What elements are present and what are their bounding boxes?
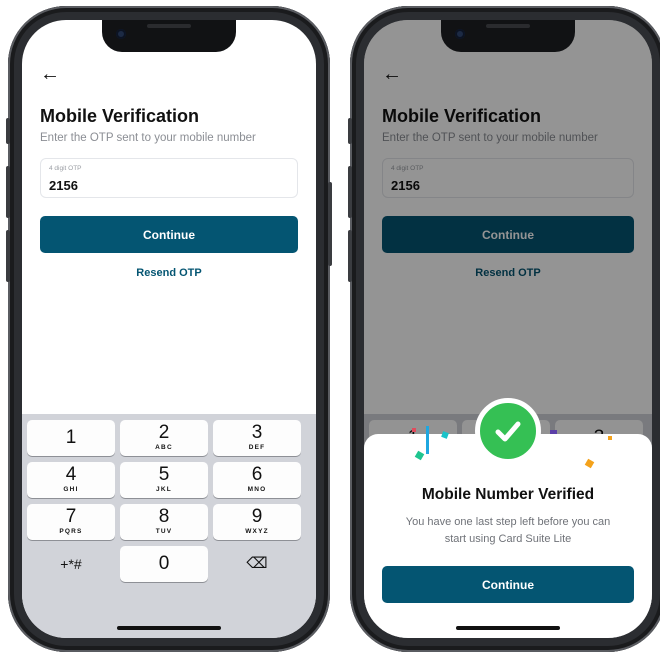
notch [441, 20, 575, 52]
screen: ← Mobile Verification Enter the OTP sent… [22, 20, 316, 638]
page-title: Mobile Verification [40, 106, 200, 126]
key-2[interactable]: 2 ABC [120, 420, 208, 456]
volume-up-button [6, 166, 10, 218]
key-7[interactable]: 7 PQRS [27, 504, 115, 540]
key-9[interactable]: 9 WXYZ [213, 504, 301, 540]
check-circle-icon [475, 398, 541, 464]
confetti-icon [412, 428, 416, 432]
sheet-title: Mobile Number Verified [421, 486, 595, 503]
confetti-icon [441, 431, 449, 439]
confetti-icon [426, 426, 429, 454]
back-arrow-icon[interactable]: ← [40, 64, 60, 84]
backspace-key[interactable]: ⌫ [213, 546, 301, 582]
confetti-icon [608, 436, 612, 440]
volume-down-button [348, 230, 352, 282]
confetti-icon [414, 450, 425, 461]
key-3[interactable]: 3 DEF [213, 420, 301, 456]
notch [102, 20, 236, 52]
speaker [486, 24, 530, 28]
resend-otp-link[interactable]: Resend OTP [22, 267, 316, 279]
phone-verified: ← Mobile Verification Enter the OTP sent… [348, 6, 660, 652]
sheet-continue-button[interactable]: Continue [382, 566, 634, 603]
continue-button[interactable]: Continue [40, 216, 298, 253]
otp-input[interactable]: 4 digit OTP 2156 [40, 158, 298, 198]
key-4[interactable]: 4 GHI [27, 462, 115, 498]
key-6[interactable]: 6 MNO [213, 462, 301, 498]
mute-switch [6, 118, 10, 144]
phone-otp-entry: ← Mobile Verification Enter the OTP sent… [6, 6, 332, 652]
key-5[interactable]: 5 JKL [120, 462, 208, 498]
key-8[interactable]: 8 TUV [120, 504, 208, 540]
confetti-icon [550, 430, 557, 434]
home-indicator [117, 626, 221, 630]
volume-down-button [6, 230, 10, 282]
page-subtitle: Enter the OTP sent to your mobile number [40, 132, 256, 144]
sheet-body: You have one last step left before you c… [405, 516, 611, 545]
otp-input-value: 2156 [49, 178, 78, 193]
mute-switch [348, 118, 352, 144]
speaker [147, 24, 191, 28]
otp-input-label: 4 digit OTP [49, 165, 82, 172]
key-symbols[interactable]: +*# [27, 546, 115, 582]
verified-bottom-sheet: Mobile Number Verified You have one last… [364, 398, 652, 638]
backspace-icon: ⌫ [246, 555, 268, 572]
home-indicator [456, 626, 560, 630]
numeric-keypad: 1 2 ABC 3 DEF 4 GHI 5 JKL 6 MNO 7 PQRS 8… [22, 414, 316, 638]
key-1[interactable]: 1 [27, 420, 115, 456]
otp-screen-content: ← Mobile Verification Enter the OTP sent… [22, 20, 316, 638]
volume-up-button [348, 166, 352, 218]
confetti-icon [584, 458, 595, 469]
camera-icon [116, 29, 126, 39]
camera-icon [455, 29, 465, 39]
screen: ← Mobile Verification Enter the OTP sent… [364, 20, 652, 638]
key-0[interactable]: 0 [120, 546, 208, 582]
power-button [328, 182, 332, 266]
